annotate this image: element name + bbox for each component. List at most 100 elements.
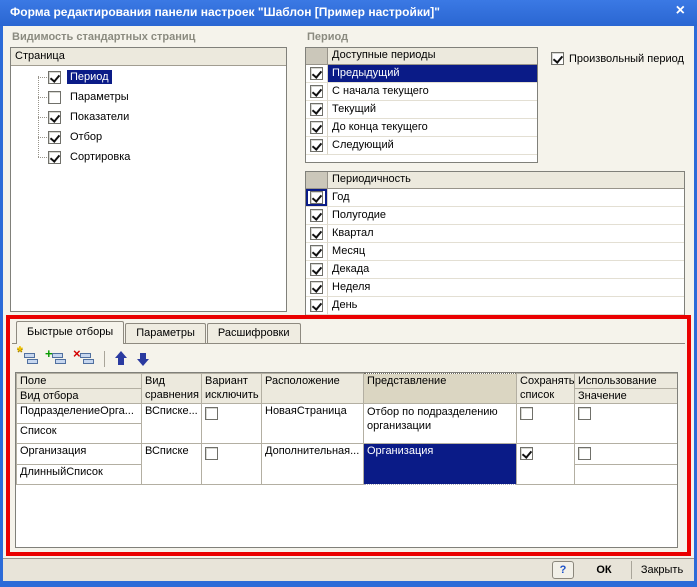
tree-item-indicators[interactable]: Показатели (11, 107, 286, 127)
next-checkbox[interactable] (310, 139, 323, 152)
tree-item-label[interactable]: Отбор (67, 130, 105, 144)
period-page-checkbox[interactable] (48, 70, 61, 84)
list-item[interactable]: День (306, 297, 684, 315)
tab-quick-filters[interactable]: Быстрые отборы (16, 321, 125, 344)
cell-use[interactable] (574, 403, 677, 444)
list-item[interactable]: Текущий (306, 101, 537, 119)
tree-item-parameters[interactable]: Параметры (11, 87, 286, 107)
periodicity-row-label[interactable]: Месяц (328, 243, 684, 261)
move-down-button[interactable] (136, 351, 151, 367)
exclude-checkbox[interactable] (205, 407, 218, 420)
tree-item-label[interactable]: Параметры (67, 90, 132, 104)
periodicity-row-label[interactable]: Неделя (328, 279, 684, 297)
day-checkbox[interactable] (310, 299, 323, 312)
cell-save-list[interactable] (516, 403, 575, 444)
periodicity-row-label[interactable]: Декада (328, 261, 684, 279)
tree-item-period[interactable]: Период (11, 67, 286, 87)
period-row-label[interactable]: До конца текущего (328, 119, 537, 137)
cell-filter-kind[interactable]: Список (16, 423, 142, 444)
quick-filters-panel-highlighted: Быстрые отборы Параметры Расшифровки * +… (6, 315, 691, 556)
save-list-checkbox[interactable] (520, 447, 533, 460)
cell-use-empty[interactable] (574, 464, 677, 485)
list-item[interactable]: Декада (306, 261, 684, 279)
cell-location[interactable]: НоваяСтраница (261, 403, 364, 444)
tree-joint (38, 157, 47, 158)
cell-filter-kind[interactable]: ДлинныйСписок (16, 464, 142, 485)
periodicity-header: Периодичность (328, 172, 684, 189)
button-bar: ? ОК Закрыть (3, 558, 694, 581)
delete-row-button[interactable]: × (73, 347, 95, 368)
toolbar-separator (104, 351, 105, 367)
move-up-button[interactable] (114, 351, 129, 367)
week-checkbox[interactable] (310, 281, 323, 294)
period-row-label[interactable]: Текущий (328, 101, 537, 119)
periodicity-row-label[interactable]: Год (328, 189, 684, 207)
current-checkbox[interactable] (310, 103, 323, 116)
year-checkbox[interactable] (310, 191, 323, 204)
tree-item-filter[interactable]: Отбор (11, 127, 286, 147)
use-checkbox[interactable] (578, 447, 591, 460)
available-periods-list: Доступные периоды Предыдущий С начала те… (305, 47, 538, 163)
from-start-checkbox[interactable] (310, 85, 323, 98)
close-button[interactable]: Закрыть (636, 561, 688, 579)
use-checkbox[interactable] (578, 407, 591, 420)
add-row-button[interactable]: * (17, 344, 39, 368)
list-item[interactable]: До конца текущего (306, 119, 537, 137)
to-end-checkbox[interactable] (310, 121, 323, 134)
tree-item-label[interactable]: Показатели (67, 110, 132, 124)
list-item[interactable]: Следующий (306, 137, 537, 155)
arbitrary-period-checkbox[interactable] (551, 52, 564, 65)
list-item[interactable]: Месяц (306, 243, 684, 261)
col-presentation: Представление (363, 373, 517, 404)
cell-location[interactable]: Дополнительная... (261, 443, 364, 485)
tree-item-sorting[interactable]: Сортировка (11, 147, 286, 167)
list-item[interactable]: Полугодие (306, 207, 684, 225)
save-list-checkbox[interactable] (520, 407, 533, 420)
checkbox-column-header (306, 48, 328, 65)
cell-use[interactable] (574, 443, 677, 465)
decade-checkbox[interactable] (310, 263, 323, 276)
cell-presentation-selected[interactable]: Организация (363, 443, 517, 485)
cell-field[interactable]: ПодразделениеОрга... (16, 403, 142, 424)
tree-joint (38, 137, 47, 138)
parameters-page-checkbox[interactable] (48, 90, 61, 104)
tree-item-label[interactable]: Период (67, 70, 112, 84)
quarter-checkbox[interactable] (310, 227, 323, 240)
previous-period-checkbox[interactable] (310, 67, 323, 80)
exclude-checkbox[interactable] (205, 447, 218, 460)
list-item[interactable]: Год (306, 189, 684, 207)
period-row-label[interactable]: Предыдущий (328, 65, 537, 83)
list-item[interactable]: Неделя (306, 279, 684, 297)
periodicity-row-label[interactable]: Полугодие (328, 207, 684, 225)
periodicity-row-label[interactable]: Квартал (328, 225, 684, 243)
list-item[interactable]: Предыдущий (306, 65, 537, 83)
col-variant: Вариант исключить (201, 373, 262, 404)
visibility-group-label: Видимость стандартных страниц (12, 31, 196, 43)
cell-comparison[interactable]: ВСписке... (141, 403, 202, 444)
month-checkbox[interactable] (310, 245, 323, 258)
cell-exclude[interactable] (201, 443, 262, 485)
list-item[interactable]: Квартал (306, 225, 684, 243)
period-row-label[interactable]: С начала текущего (328, 83, 537, 101)
halfyear-checkbox[interactable] (310, 209, 323, 222)
tree-item-label[interactable]: Сортировка (67, 150, 133, 164)
close-icon[interactable]: × (676, 2, 685, 20)
period-row-label[interactable]: Следующий (328, 137, 537, 155)
cell-save-list[interactable] (516, 443, 575, 485)
tab-decodings[interactable]: Расшифровки (206, 323, 301, 343)
indicators-page-checkbox[interactable] (48, 110, 61, 124)
sorting-page-checkbox[interactable] (48, 150, 61, 164)
cell-exclude[interactable] (201, 403, 262, 444)
help-button[interactable]: ? (552, 561, 574, 579)
periodicity-row-label[interactable]: День (328, 297, 684, 315)
ok-button[interactable]: ОК (584, 561, 624, 579)
cell-presentation[interactable]: Отбор по подразделению организации (363, 403, 517, 444)
arbitrary-period-option[interactable]: Произвольный период (551, 52, 684, 65)
cell-comparison[interactable]: ВСписке (141, 443, 202, 485)
filter-page-checkbox[interactable] (48, 130, 61, 144)
tab-parameters[interactable]: Параметры (125, 323, 206, 343)
table-row: ПодразделениеОрга... ВСписке... НоваяСтр… (16, 403, 677, 444)
insert-row-button[interactable]: + (45, 347, 67, 368)
list-item[interactable]: С начала текущего (306, 83, 537, 101)
cell-field[interactable]: Организация (16, 443, 142, 465)
